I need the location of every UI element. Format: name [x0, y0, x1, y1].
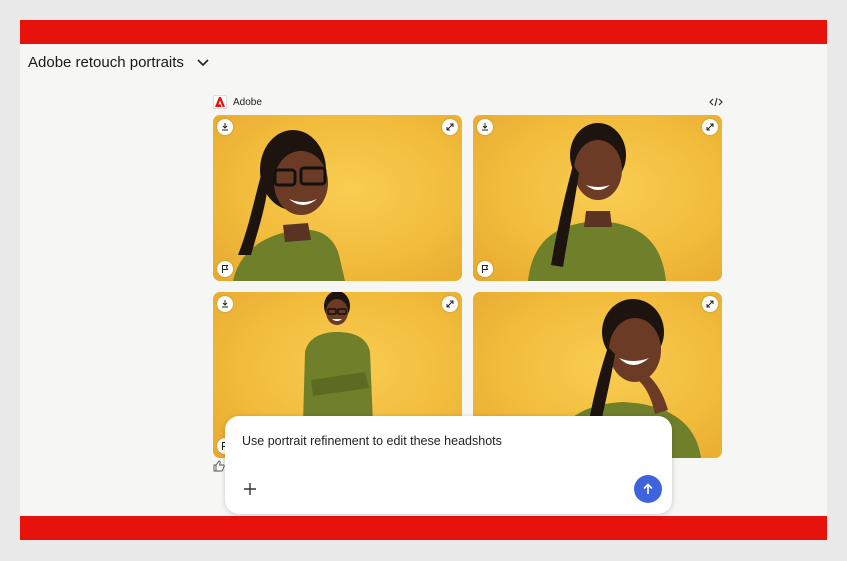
flag-icon[interactable]	[477, 261, 493, 277]
flag-icon[interactable]	[217, 261, 233, 277]
code-icon[interactable]	[709, 95, 723, 109]
source-label: Adobe	[233, 96, 262, 108]
portrait-figure	[528, 123, 666, 281]
bottom-brand-bar	[20, 516, 827, 540]
expand-icon[interactable]	[442, 296, 458, 312]
portrait-image-1[interactable]	[213, 115, 462, 281]
send-button[interactable]	[634, 475, 662, 503]
source-attribution: Adobe	[213, 95, 262, 109]
chat-header: Adobe retouch portraits	[28, 54, 210, 71]
top-brand-bar	[20, 20, 827, 44]
download-icon[interactable]	[217, 119, 233, 135]
expand-icon[interactable]	[442, 119, 458, 135]
portrait-figure	[233, 130, 345, 281]
download-icon[interactable]	[477, 119, 493, 135]
prompt-text[interactable]: Use portrait refinement to edit these he…	[242, 434, 502, 448]
arrow-up-icon	[643, 483, 653, 494]
portrait-image-2[interactable]	[473, 115, 722, 281]
thumbs-up-icon[interactable]	[213, 460, 225, 472]
page-title: Adobe retouch portraits	[28, 54, 184, 71]
chevron-down-icon[interactable]	[196, 56, 210, 70]
expand-icon[interactable]	[702, 296, 718, 312]
download-icon[interactable]	[217, 296, 233, 312]
expand-icon[interactable]	[702, 119, 718, 135]
adobe-logo	[213, 95, 227, 109]
prompt-input-box[interactable]: Use portrait refinement to edit these he…	[225, 416, 672, 514]
plus-icon[interactable]	[242, 481, 258, 497]
